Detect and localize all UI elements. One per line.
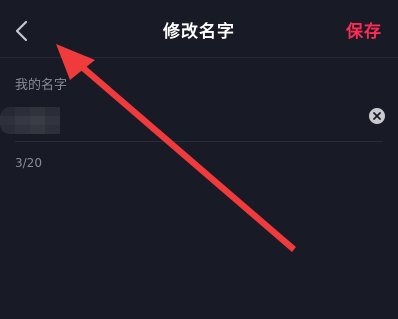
navigation-bar: 修改名字 保存	[0, 0, 398, 58]
page-title: 修改名字	[163, 22, 235, 42]
annotation-arrow-shaft	[76, 61, 296, 252]
nav-divider	[0, 57, 398, 58]
clear-input-button[interactable]	[369, 108, 385, 124]
field-label: 我的名字	[15, 78, 68, 93]
name-value-pixelated	[0, 105, 60, 135]
character-count: 3/20	[15, 156, 42, 170]
close-circle-icon	[373, 112, 381, 120]
name-input[interactable]	[0, 105, 360, 135]
save-button[interactable]: 保存	[346, 17, 382, 42]
pixelated-name-mosaic	[0, 107, 60, 134]
input-underline	[15, 141, 383, 142]
